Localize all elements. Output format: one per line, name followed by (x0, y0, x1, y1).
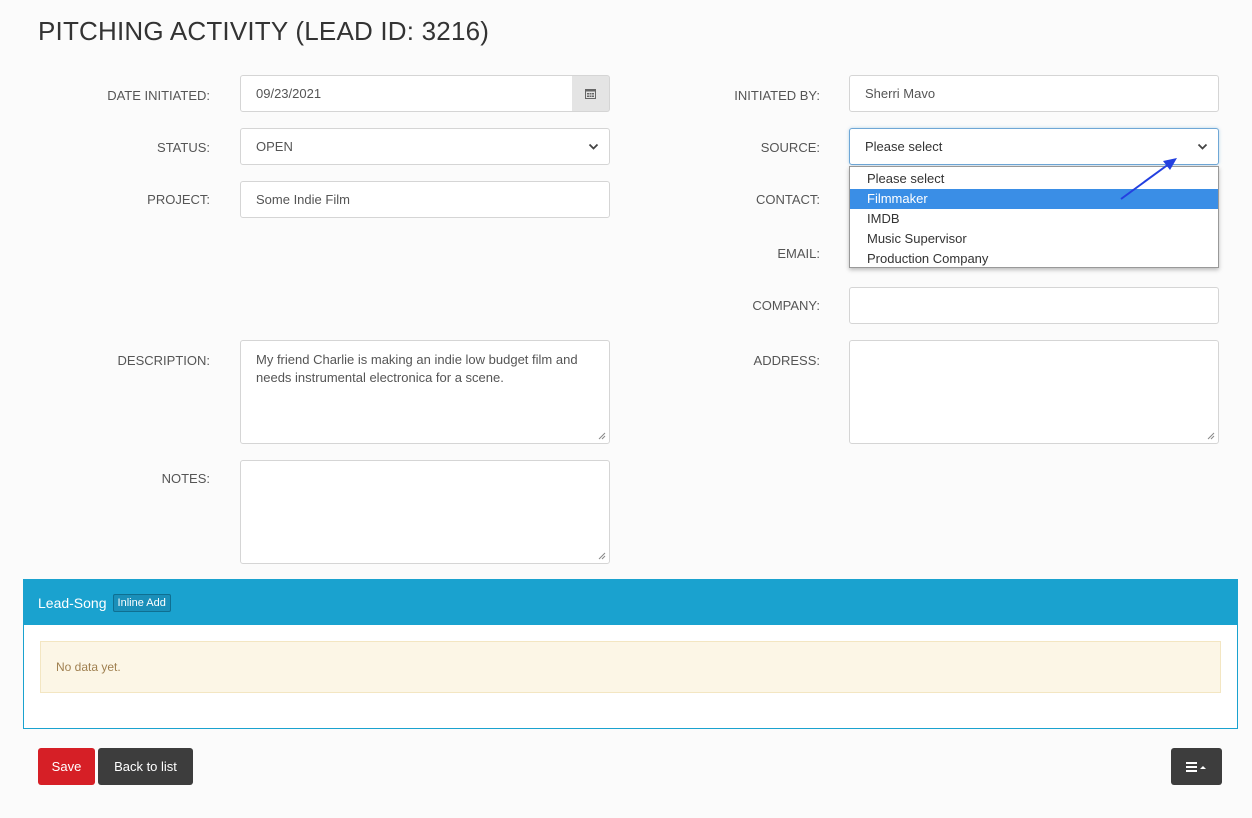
initiated-by-value: Sherri Mavo (865, 86, 936, 101)
source-value: Please select (865, 139, 943, 154)
initiated-by-input[interactable]: Sherri Mavo (849, 75, 1219, 112)
save-button[interactable]: Save (38, 748, 95, 785)
chevron-down-icon (1197, 143, 1208, 150)
resize-handle-icon[interactable] (598, 552, 606, 560)
contact-label: CONTACT: (755, 192, 820, 207)
project-input[interactable]: Some Indie Film (240, 181, 610, 218)
date-initiated-value: 09/23/2021 (256, 86, 322, 101)
description-textarea[interactable]: My friend Charlie is making an indie low… (240, 340, 610, 444)
lead-song-panel-header: Lead-Song Inline Add (24, 580, 1237, 625)
notes-textarea[interactable] (240, 460, 610, 564)
source-option-imdb[interactable]: IMDB (850, 209, 1218, 229)
email-label: EMAIL: (777, 246, 820, 261)
date-initiated-label: DATE INITIATED: (107, 88, 210, 103)
description-label: DESCRIPTION: (117, 353, 210, 368)
back-to-list-button[interactable]: Back to list (98, 748, 193, 785)
chevron-down-icon (588, 143, 599, 150)
status-value: OPEN (256, 139, 293, 154)
source-label: SOURCE: (760, 140, 820, 155)
calendar-icon (585, 89, 596, 99)
project-value: Some Indie Film (256, 192, 350, 207)
actions-menu-button[interactable] (1171, 748, 1222, 785)
arrow-annotation (1120, 158, 1177, 200)
initiated-by-label: INITIATED BY: (734, 88, 820, 103)
hamburger-menu-icon (1185, 761, 1206, 772)
lead-song-panel: Lead-Song Inline Add No data yet. (23, 579, 1238, 729)
company-input[interactable] (849, 287, 1219, 324)
date-initiated-input[interactable]: 09/23/2021 (240, 75, 573, 112)
resize-handle-icon[interactable] (1207, 432, 1215, 440)
project-label: PROJECT: (147, 192, 210, 207)
inline-add-button[interactable]: Inline Add (112, 593, 171, 612)
source-option-music-supervisor[interactable]: Music Supervisor (850, 229, 1218, 249)
notes-label: NOTES: (161, 471, 210, 486)
address-label: ADDRESS: (753, 353, 820, 368)
source-option-production-company[interactable]: Production Company (850, 249, 1218, 269)
lead-song-title: Lead-Song (38, 594, 107, 611)
resize-handle-icon[interactable] (598, 432, 606, 440)
status-label: STATUS: (157, 140, 210, 155)
no-data-text: No data yet. (56, 660, 121, 674)
status-select[interactable]: OPEN (240, 128, 610, 165)
address-textarea[interactable] (849, 340, 1219, 444)
company-label: COMPANY: (752, 298, 820, 313)
description-value: My friend Charlie is making an indie low… (256, 352, 578, 385)
page-title: PITCHING ACTIVITY (LEAD ID: 3216) (38, 16, 490, 46)
calendar-button[interactable] (572, 75, 610, 112)
no-data-alert: No data yet. (40, 641, 1221, 693)
